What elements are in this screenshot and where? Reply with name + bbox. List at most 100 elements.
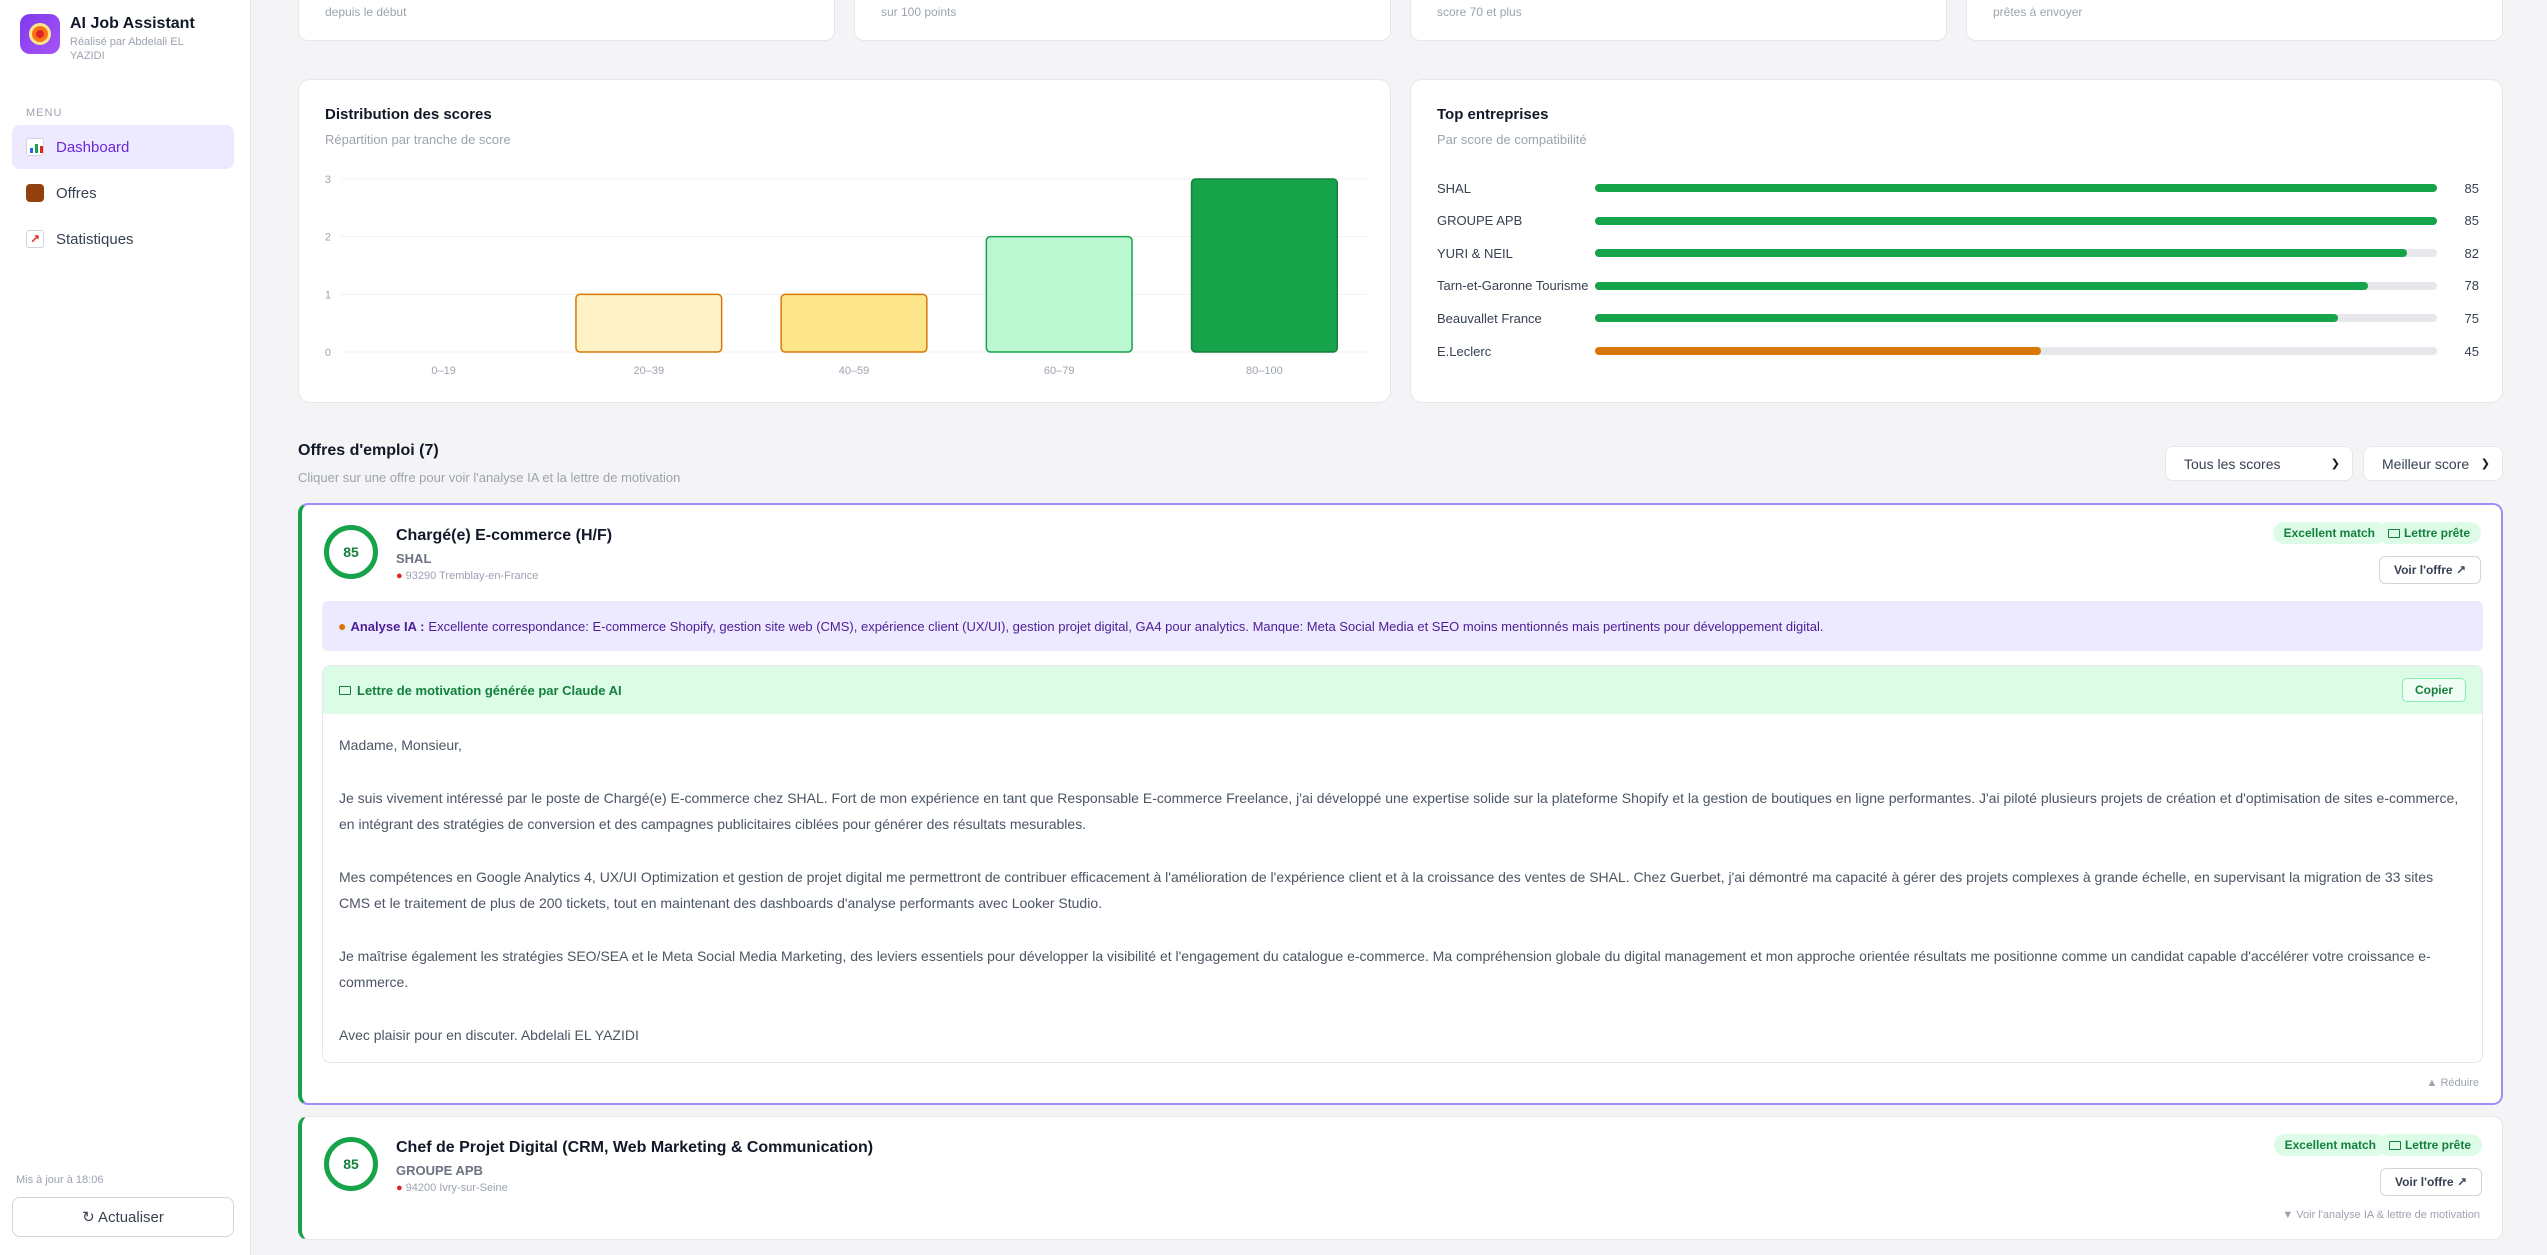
y-tick-label: 2 — [325, 232, 331, 244]
sidebar-nav: Dashboard Offres ↗ Statistiques — [12, 125, 234, 263]
company-name: E.Leclerc — [1437, 343, 1492, 359]
letter-ready-badge: Lettre prête — [2377, 1134, 2482, 1156]
score-filter-select[interactable]: Tous les scores ❯ — [2165, 446, 2353, 481]
sidebar: AI Job Assistant Réalisé par Abdelali EL… — [0, 0, 251, 1255]
stat-caption: sur 100 points — [881, 5, 957, 19]
badge-label: Lettre prête — [2403, 526, 2470, 540]
offers-title: Offres d'emploi (7) — [298, 442, 439, 459]
letter-ready-badge: Lettre prête — [2376, 522, 2481, 544]
view-offer-button[interactable]: Voir l'offre ↗ — [2379, 1168, 2482, 1196]
offer-card[interactable]: 85 Chargé(e) E-commerce (H/F) SHAL ● 932… — [298, 503, 2503, 1105]
refresh-button[interactable]: ↻ Actualiser — [12, 1197, 234, 1237]
score-bar-track — [1595, 216, 2437, 225]
bar-chart-icon — [26, 138, 44, 156]
mail-icon — [339, 685, 351, 695]
ai-analysis-box: ● Analyse IA : Excellente correspondance… — [322, 601, 2483, 651]
bar-80–100 — [1190, 178, 1338, 353]
sort-value: Meilleur score — [2382, 455, 2470, 472]
company-score: 85 — [2464, 213, 2479, 229]
sidebar-item-label: Offres — [56, 184, 97, 202]
score-ring: 85 — [324, 1137, 378, 1191]
company-name: SHAL — [1437, 180, 1471, 196]
score-bar-fill — [1595, 314, 2338, 323]
company-name: GROUPE APB — [1437, 213, 1523, 229]
sort-select[interactable]: Meilleur score ❯ — [2363, 446, 2503, 481]
target-logo-icon — [20, 14, 60, 54]
pin-icon: ● — [396, 1182, 403, 1194]
offer-card[interactable]: 85 Chef de Projet Digital (CRM, Web Mark… — [298, 1116, 2503, 1240]
bar-20–39 — [575, 293, 723, 353]
sidebar-item-offres[interactable]: Offres — [12, 171, 234, 215]
y-tick-label: 0 — [325, 347, 331, 359]
offer-location: ● 93290 Tremblay-en-France — [396, 570, 538, 582]
bar-40–59 — [780, 293, 928, 353]
view-offer-button[interactable]: Voir l'offre ↗ — [2378, 556, 2481, 584]
score-bar-fill — [1595, 184, 2437, 192]
bar-60–79 — [985, 235, 1133, 353]
score-bar-fill — [1595, 347, 2041, 355]
x-tick-label: 60–79 — [1044, 365, 1075, 377]
pin-icon: ● — [396, 570, 403, 582]
letter-paragraph: Je maîtrise également les stratégies SEO… — [339, 948, 2431, 990]
chevron-down-icon: ❯ — [2330, 458, 2340, 470]
cover-letter-title: Lettre de motivation générée par Claude … — [357, 682, 622, 698]
stat-card-total: depuis le début — [298, 0, 835, 41]
top-company-row: YURI & NEIL 82 — [1437, 243, 2479, 263]
collapse-toggle[interactable]: ▲ Réduire — [2427, 1077, 2479, 1089]
sidebar-item-statistiques[interactable]: ↗ Statistiques — [12, 217, 234, 261]
letter-paragraph: Je suis vivement intéressé par le poste … — [339, 790, 2459, 832]
top-company-row: E.Leclerc 45 — [1437, 341, 2479, 361]
y-tick-label: 1 — [325, 289, 331, 301]
top-company-row: SHAL 85 — [1437, 178, 2479, 198]
stat-card-high: score 70 et plus — [1410, 0, 1947, 41]
letter-paragraph: Mes compétences en Google Analytics 4, U… — [339, 869, 2434, 911]
copy-button[interactable]: Copier — [2401, 678, 2466, 702]
x-tick-label: 40–59 — [839, 365, 870, 377]
match-badge: Excellent match — [2272, 522, 2386, 544]
offer-location: ● 94200 Ivry-sur-Seine — [396, 1182, 508, 1194]
score-bar-track — [1595, 314, 2437, 323]
x-tick-label: 80–100 — [1246, 365, 1283, 377]
app-title: AI Job Assistant — [70, 15, 195, 32]
x-tick-label: 20–39 — [634, 365, 665, 377]
company-name: Tarn-et-Garonne Tourisme — [1437, 278, 1589, 294]
cover-letter-box: Lettre de motivation générée par Claude … — [322, 665, 2483, 1063]
cover-letter-body: Madame, Monsieur, Je suis vivement intér… — [323, 714, 2482, 1048]
offer-title: Chargé(e) E-commerce (H/F) — [396, 527, 613, 544]
sidebar-item-label: Dashboard — [56, 138, 130, 156]
company-score: 75 — [2464, 310, 2479, 326]
trend-chart-icon: ↗ — [26, 230, 44, 248]
score-filter-value: Tous les scores — [2184, 455, 2281, 472]
mail-icon — [2387, 528, 2400, 538]
score-ring: 85 — [324, 525, 378, 579]
company-score: 82 — [2464, 245, 2479, 261]
offer-company: GROUPE APB — [396, 1163, 483, 1178]
letter-paragraph: Madame, Monsieur, — [339, 737, 462, 753]
brand: AI Job Assistant Réalisé par Abdelali EL… — [20, 14, 210, 63]
score-bar-fill — [1595, 216, 2437, 225]
sidebar-item-dashboard[interactable]: Dashboard — [12, 125, 234, 169]
score-distribution-panel: Distribution des scores Répartition par … — [298, 79, 1391, 403]
expand-toggle[interactable]: ▼ Voir l'analyse IA & lettre de motivati… — [2282, 1209, 2480, 1221]
last-updated: Mis à jour à 18:06 — [16, 1174, 104, 1186]
score-bar-fill — [1595, 281, 2368, 290]
panel-subtitle: Par score de compatibilité — [1437, 132, 1587, 147]
location-text: 93290 Tremblay-en-France — [405, 570, 539, 582]
cover-letter-header: Lettre de motivation générée par Claude … — [323, 666, 2482, 714]
top-companies-panel: Top entreprises Par score de compatibili… — [1410, 79, 2503, 403]
lightbulb-icon: ● — [338, 618, 347, 634]
stat-card-letters: prêtes à envoyer — [1966, 0, 2503, 41]
score-bar-track — [1595, 184, 2437, 192]
x-tick-label: 0–19 — [431, 365, 455, 377]
offer-title: Chef de Projet Digital (CRM, Web Marketi… — [396, 1139, 874, 1156]
offers-subtitle: Cliquer sur une offre pour voir l'analys… — [298, 470, 681, 485]
company-score: 45 — [2464, 343, 2479, 359]
match-badge: Excellent match — [2273, 1134, 2387, 1156]
company-name: Beauvallet France — [1437, 310, 1542, 326]
menu-label: MENU — [26, 107, 63, 119]
app-subtitle: Réalisé par Abdelali EL YAZIDI — [70, 36, 184, 62]
letter-paragraph: Avec plaisir pour en discuter. Abdelali … — [339, 1027, 639, 1043]
chevron-down-icon: ❯ — [2480, 458, 2490, 470]
top-company-row: Tarn-et-Garonne Tourisme 78 — [1437, 276, 2479, 296]
top-company-row: GROUPE APB 85 — [1437, 211, 2479, 231]
